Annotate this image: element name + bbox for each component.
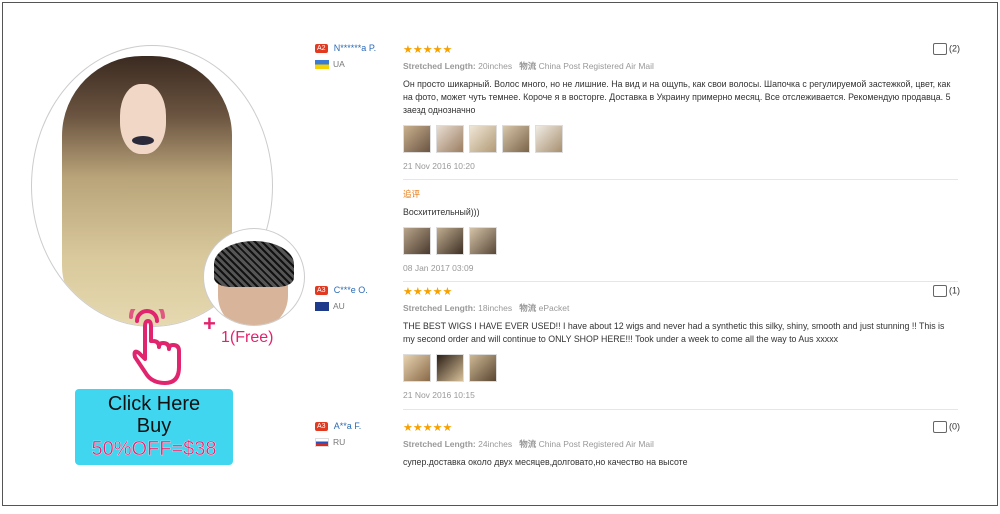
ua-flag-icon — [315, 60, 329, 70]
buyer-level-badge: A3 — [315, 285, 328, 295]
reviewer-info: A3 A**a F. RU — [315, 421, 400, 448]
additional-review-photos — [403, 227, 958, 255]
review-meta: Stretched Length: 18inches 物流 ePacket — [403, 302, 958, 314]
review-photo[interactable] — [469, 125, 497, 153]
review-photo[interactable] — [535, 125, 563, 153]
star-rating: ★★★★★ — [403, 286, 453, 298]
review-divider — [403, 281, 958, 282]
review-text: THE BEST WIGS I HAVE EVER USED!! I have … — [403, 321, 945, 344]
review-photo[interactable] — [502, 125, 530, 153]
reviewer-name: C***e O. — [333, 285, 368, 295]
review-text: супер.доставка около двух месяцев,долгов… — [403, 457, 688, 467]
additional-review-date: 08 Jan 2017 03:09 — [403, 263, 474, 273]
helpful-button[interactable]: (1) — [933, 285, 960, 297]
cta-discount: 50%OFF=$38 — [91, 438, 217, 460]
divider — [403, 179, 958, 180]
reviewer-name: N******a P. — [333, 43, 377, 53]
review-photos — [403, 125, 958, 153]
country-code: AU — [333, 301, 345, 311]
thumbs-up-icon — [933, 43, 947, 55]
review-photo[interactable] — [403, 227, 431, 255]
review-meta: Stretched Length: 24inches 物流 China Post… — [403, 438, 958, 450]
helpful-count: (0) — [949, 421, 960, 432]
stretched-length-value: 18inches — [478, 303, 513, 313]
additional-review-text: Восхитительный))) — [403, 207, 480, 217]
helpful-count: (1) — [949, 285, 960, 296]
review-date: 21 Nov 2016 10:20 — [403, 161, 475, 171]
shipping-method: China Post Registered Air Mail — [538, 439, 654, 449]
review-body: ★★★★★ Stretched Length: 20inches 物流 Chin… — [403, 43, 958, 273]
promo-panel: + 1(Free) Click Here Buy 50%OFF=$38 — [3, 3, 305, 507]
stretched-length-label: Stretched Length: — [403, 61, 476, 71]
shipping-icon: 物流 — [519, 439, 537, 449]
review-photo[interactable] — [403, 354, 431, 382]
helpful-button[interactable]: (0) — [933, 421, 960, 433]
additional-review-label: 追评 — [403, 189, 421, 199]
review-text: Он просто шикарный. Волос много, но не л… — [403, 79, 951, 115]
cta-line-1: Click Here — [107, 393, 201, 415]
free-plus-sign: + — [203, 311, 216, 336]
reviewer-country: UA — [315, 59, 400, 70]
review-photos — [403, 354, 958, 382]
review-photo[interactable] — [469, 227, 497, 255]
review-photo[interactable] — [469, 354, 497, 382]
review-body: ★★★★★ Stretched Length: 18inches 物流 ePac… — [403, 285, 958, 400]
star-rating: ★★★★★ — [403, 422, 453, 434]
buy-cta-button[interactable]: Click Here Buy 50%OFF=$38 — [75, 389, 233, 465]
review-date: 21 Nov 2016 10:15 — [403, 390, 475, 400]
review-photo[interactable] — [436, 125, 464, 153]
helpful-button[interactable]: (2) — [933, 43, 960, 55]
wig-cap-image-circle — [203, 228, 305, 326]
reviewer-country: AU — [315, 301, 400, 312]
shipping-icon: 物流 — [519, 303, 537, 313]
stretched-length-label: Stretched Length: — [403, 439, 476, 449]
free-gift-label: 1(Free) — [221, 329, 274, 346]
country-code: UA — [333, 59, 345, 69]
reviewer-name: A**a F. — [333, 421, 362, 431]
review-body: ★★★★★ Stretched Length: 24inches 物流 Chin… — [403, 421, 958, 469]
review-photo[interactable] — [403, 125, 431, 153]
shipping-method: China Post Registered Air Mail — [538, 61, 654, 71]
review-photo[interactable] — [436, 227, 464, 255]
stretched-length-value: 24inches — [478, 439, 513, 449]
ru-flag-icon — [315, 438, 329, 448]
country-code: RU — [333, 437, 346, 447]
shipping-method: ePacket — [538, 303, 570, 313]
buyer-level-badge: A3 — [315, 421, 328, 431]
au-flag-icon — [315, 302, 329, 312]
review-photo[interactable] — [436, 354, 464, 382]
star-rating: ★★★★★ — [403, 44, 453, 56]
review-divider — [403, 409, 958, 410]
pointing-hand-icon — [129, 309, 181, 385]
helpful-count: (2) — [949, 43, 960, 54]
thumbs-up-icon — [933, 285, 947, 297]
model-lips — [132, 136, 154, 145]
buyer-level-badge: A2 — [315, 43, 328, 53]
stretched-length-label: Stretched Length: — [403, 303, 476, 313]
page-frame: + 1(Free) Click Here Buy 50%OFF=$38 A2 N… — [2, 2, 998, 506]
thumbs-up-icon — [933, 421, 947, 433]
stretched-length-value: 20inches — [478, 61, 513, 71]
reviewer-country: RU — [315, 437, 400, 448]
reviewer-info: A2 N******a P. UA — [315, 43, 400, 70]
shipping-icon: 物流 — [519, 61, 537, 71]
review-meta: Stretched Length: 20inches 物流 China Post… — [403, 60, 958, 72]
wig-cap-net — [214, 241, 294, 287]
cta-line-2: Buy — [136, 415, 172, 437]
reviewer-info: A3 C***e O. AU — [315, 285, 400, 312]
